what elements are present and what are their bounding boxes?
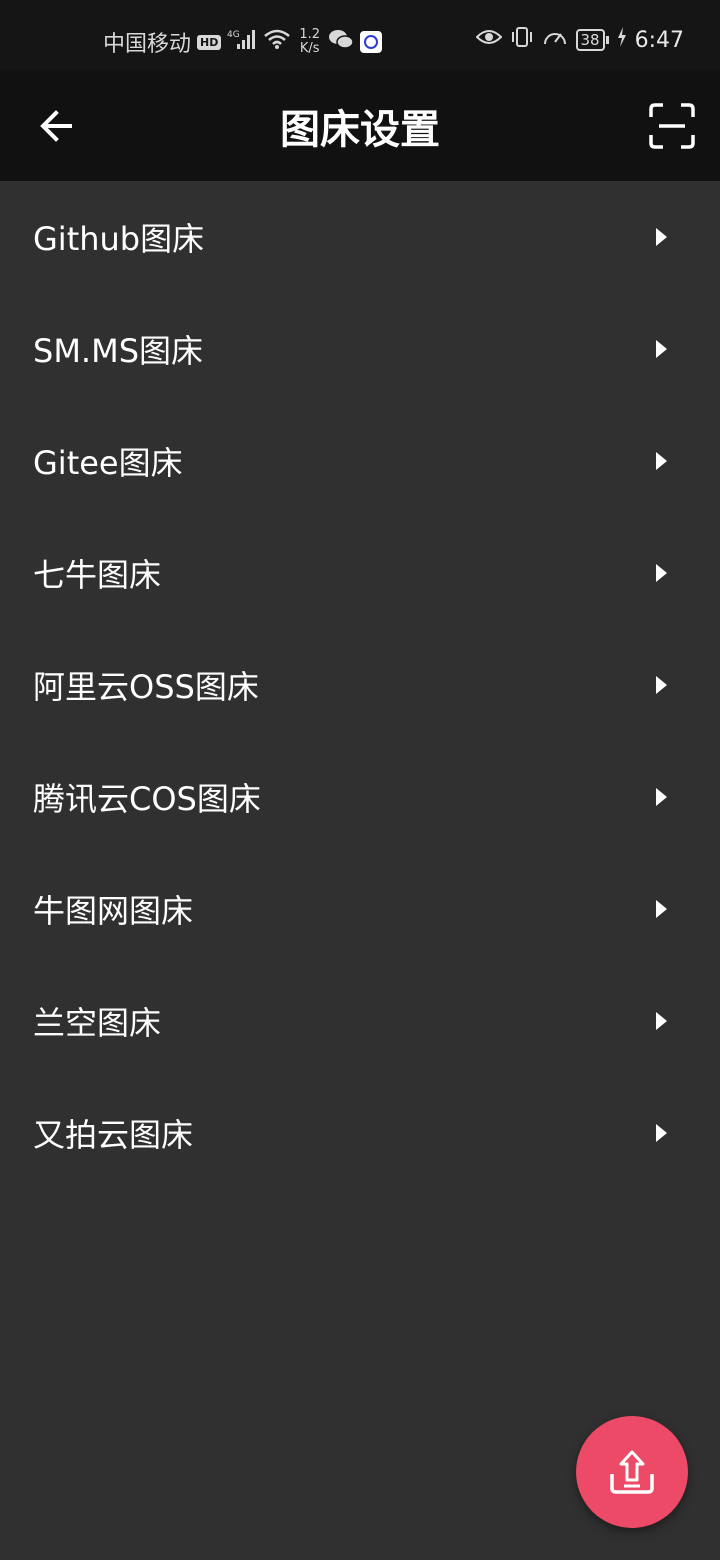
battery-indicator: 38 <box>575 29 609 51</box>
list-item-smms[interactable]: SM.MS图床 <box>0 293 720 405</box>
status-right: 38 6:47 <box>475 26 684 54</box>
list-item-qiniu[interactable]: 七牛图床 <box>0 517 720 629</box>
upload-fab[interactable] <box>576 1416 688 1528</box>
list-item-label: SM.MS图床 <box>33 332 204 370</box>
battery-level: 38 <box>575 29 605 51</box>
chevron-right-icon <box>656 676 667 694</box>
list-item-label: Github图床 <box>33 220 205 258</box>
upload-icon <box>610 1450 654 1494</box>
chevron-right-icon <box>656 788 667 806</box>
list-item-label: 又拍云图床 <box>33 1116 194 1154</box>
image-host-list: Github图床 SM.MS图床 Gitee图床 七牛图床 阿里云OSS图床 腾… <box>0 181 720 1189</box>
speedometer-icon <box>542 26 568 54</box>
list-item-label: 阿里云OSS图床 <box>33 668 259 706</box>
wechat-icon <box>328 28 354 56</box>
hd-badge: HD <box>197 34 222 50</box>
app-bar: 图床设置 <box>0 70 720 181</box>
list-item-upyun[interactable]: 又拍云图床 <box>0 1077 720 1189</box>
scan-button[interactable] <box>644 98 700 154</box>
chevron-right-icon <box>656 900 667 918</box>
app-notification-icon <box>360 31 383 53</box>
list-item-gitee[interactable]: Gitee图床 <box>0 405 720 517</box>
list-item-github[interactable]: Github图床 <box>0 181 720 293</box>
speed-unit: K/s <box>299 41 320 56</box>
chevron-right-icon <box>656 1012 667 1030</box>
scan-icon <box>649 103 695 149</box>
list-item-tencent-cos[interactable]: 腾讯云COS图床 <box>0 741 720 853</box>
list-item-label: 兰空图床 <box>33 1004 162 1042</box>
list-item-aliyun-oss[interactable]: 阿里云OSS图床 <box>0 629 720 741</box>
network-speed: 1.2 K/s <box>299 28 320 56</box>
chevron-right-icon <box>656 564 667 582</box>
network-type: 4G <box>227 30 240 40</box>
battery-tip <box>605 36 609 44</box>
list-item-label: 七牛图床 <box>33 556 162 594</box>
signal-icon: 4G <box>227 28 257 56</box>
chevron-right-icon <box>656 340 667 358</box>
chevron-right-icon <box>656 452 667 470</box>
list-item-niutu[interactable]: 牛图网图床 <box>0 853 720 965</box>
vibrate-icon <box>510 26 534 54</box>
status-left: 中国移动 HD 4G 1.2 K/s <box>103 26 383 58</box>
carrier-name: 中国移动 <box>103 32 192 57</box>
page-title: 图床设置 <box>280 106 440 153</box>
list-item-label: Gitee图床 <box>33 444 183 482</box>
eye-icon <box>475 27 502 53</box>
wifi-icon <box>263 28 291 56</box>
charging-icon <box>617 27 627 53</box>
speed-value: 1.2 <box>299 27 321 42</box>
list-item-label: 腾讯云COS图床 <box>33 780 261 818</box>
chevron-right-icon <box>656 1124 667 1142</box>
chevron-right-icon <box>656 228 667 246</box>
clock: 6:47 <box>634 27 684 53</box>
status-bar: 中国移动 HD 4G 1.2 K/s 38 6:47 <box>0 0 720 70</box>
list-item-label: 牛图网图床 <box>33 892 194 930</box>
list-item-lsky[interactable]: 兰空图床 <box>0 965 720 1077</box>
